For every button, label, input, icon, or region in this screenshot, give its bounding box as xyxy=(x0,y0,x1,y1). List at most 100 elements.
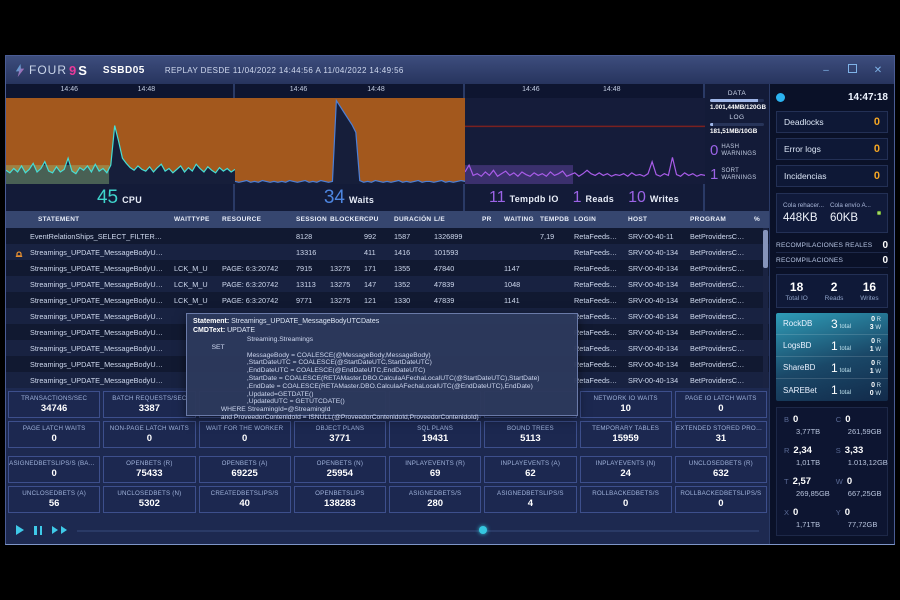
column-header[interactable]: LOGIN xyxy=(566,216,620,223)
data-cell: PAGE: 6:3:20742 xyxy=(214,264,288,273)
data-cell: PAGE: 6:3:20742 xyxy=(214,296,288,305)
table-scrollbar[interactable] xyxy=(763,228,768,388)
metric-tile[interactable]: INPLAYEVENTS (A)62 xyxy=(484,456,576,483)
maximize-button[interactable] xyxy=(844,64,860,76)
metric-tile[interactable]: UNCLOSEDBETS (N)5302 xyxy=(103,486,195,513)
metric-tile[interactable]: BOUND TREES5113 xyxy=(484,421,576,448)
status-dot-icon[interactable] xyxy=(776,93,785,102)
fast-forward-button[interactable] xyxy=(52,526,67,534)
disk-stat-x: X01,71TB xyxy=(784,507,830,529)
data-file-value: 1.001,44MB/120GB xyxy=(710,104,764,111)
data-cell: SRV-00-40-134 xyxy=(620,328,682,337)
statement-row[interactable]: Streamings_UPDATE_MessageBodyUTCDatesLCK… xyxy=(6,260,769,276)
database-row-rockdb[interactable]: RockDB3total0 R3 W xyxy=(776,313,888,335)
metric-tile[interactable]: ASIGNEDBETSLIPS/S4 xyxy=(484,486,576,513)
close-button[interactable]: ✕ xyxy=(870,65,886,76)
log-file-value: 181,51MB/10GB xyxy=(710,128,764,135)
column-header[interactable]: BLOCKER xyxy=(322,216,356,223)
alert-row-deadlocks[interactable]: Deadlocks0 xyxy=(776,111,888,133)
metric-tile[interactable]: EXTENDED STORED PROCE...31 xyxy=(675,421,767,448)
database-row-logsbd[interactable]: LogsBD1total0 R1 W xyxy=(776,335,888,357)
statement-row[interactable]: EventRelationShips_SELECT_FILTER_Actives… xyxy=(6,228,769,244)
alert-row-error-logs[interactable]: Error logs0 xyxy=(776,138,888,160)
pause-button[interactable] xyxy=(34,526,42,535)
database-row-sharebd[interactable]: ShareBD1total0 R1 W xyxy=(776,357,888,379)
metric-tile[interactable]: BATCH REQUESTS/SEC3387 xyxy=(103,391,195,418)
metric-tile[interactable]: OPENBETSLIPS138283 xyxy=(294,486,386,513)
metric-tile[interactable]: OBJECT PLANS3771 xyxy=(294,421,386,448)
column-header[interactable]: SESSION xyxy=(288,216,322,223)
recompilation-row: RECOMPILACIONES0 xyxy=(776,253,888,268)
data-cell: 13275 xyxy=(322,264,356,273)
metric-tile[interactable]: INPLAYEVENTS (R)69 xyxy=(389,456,481,483)
data-cell: 101593 xyxy=(426,248,474,257)
metric-tile[interactable]: OPENBETS (N)25954 xyxy=(294,456,386,483)
io-chart-panel[interactable]: 14:4614:48 11Tempdb IO1Reads10Writes xyxy=(465,84,705,211)
column-header[interactable]: PROGRAM xyxy=(682,216,746,223)
metric-tile[interactable]: NON-PAGE LATCH WAITS0 xyxy=(103,421,195,448)
disk-stat-s: S3,331.013,12GB xyxy=(836,445,888,467)
slider-track[interactable] xyxy=(77,530,759,532)
io-summary: 18Total IO2Reads16Writes xyxy=(776,274,888,308)
metric-tile[interactable]: PAGE IO LATCH WAITS0 xyxy=(675,391,767,418)
disk-stat-t: T2,57269,85GB xyxy=(784,476,830,498)
waits-chart-panel[interactable]: 14:4614:48 34Waits xyxy=(235,84,465,211)
metric-tile[interactable]: OPENBETS (A)69225 xyxy=(199,456,291,483)
chart-current-value: 45CPU xyxy=(97,187,142,209)
metric-tile[interactable]: PAGE LATCH WAITS0 xyxy=(8,421,100,448)
chart-current-value: 1Reads xyxy=(573,189,614,207)
replay-position-slider[interactable] xyxy=(77,525,759,535)
column-header[interactable]: TEMPDB xyxy=(532,216,566,223)
slider-knob[interactable] xyxy=(479,526,487,534)
waits-chart[interactable] xyxy=(235,98,465,184)
data-cell: LCK_M_U xyxy=(166,264,214,273)
storage-panel: DATA 1.001,44MB/120GB LOG 181,51MB/10GB … xyxy=(705,84,769,211)
metric-tile[interactable]: ROLLBACKEDBETSLIPS/S0 xyxy=(675,486,767,513)
column-header[interactable]: RESOURCE xyxy=(214,216,288,223)
metric-tile[interactable]: UNCLOSEDBETS (R)632 xyxy=(675,456,767,483)
play-button[interactable] xyxy=(16,525,24,535)
statement-row[interactable]: Streamings_UPDATE_MessageBodyUTCDatesLCK… xyxy=(6,292,769,308)
metric-tile[interactable]: NETWORK IO WAITS10 xyxy=(580,391,672,418)
metric-tile[interactable]: CREATEDBETSLIPS/S40 xyxy=(199,486,291,513)
time-tick: 14:48 xyxy=(603,86,621,93)
metric-tile[interactable]: WAIT FOR THE WORKER0 xyxy=(199,421,291,448)
column-header[interactable]: DURACIÓN xyxy=(386,216,426,223)
column-header[interactable]: CPU xyxy=(356,216,386,223)
data-cell: BetProvidersConn... xyxy=(682,248,746,257)
column-header[interactable]: HOST xyxy=(620,216,682,223)
scrollbar-thumb[interactable] xyxy=(763,230,768,268)
alert-row-incidencias[interactable]: Incidencias0 xyxy=(776,165,888,187)
column-header[interactable]: WAITTYPE xyxy=(166,216,214,223)
replay-range-label: REPLAY DESDE 11/04/2022 14:44:56 A 11/04… xyxy=(165,66,404,75)
data-cell: BetProvidersConn... xyxy=(682,328,746,337)
data-cell: 7,19 xyxy=(532,232,566,241)
statement-cell: Streamings_UPDATE_MessageBodyUTCDates xyxy=(6,376,166,385)
metric-tile[interactable]: OPENBETS (R)75433 xyxy=(103,456,195,483)
metric-tile[interactable]: SQL PLANS19431 xyxy=(389,421,481,448)
metric-tile[interactable]: INPLAYEVENTS (N)24 xyxy=(580,456,672,483)
data-cell: 8128 xyxy=(288,232,322,241)
data-cell: 9771 xyxy=(288,296,322,305)
database-row-sarebet[interactable]: SAREBet1total0 R0 W xyxy=(776,379,888,401)
column-header[interactable]: STATEMENT xyxy=(6,216,166,223)
app-window: FOUR9S SSBD05 REPLAY DESDE 11/04/2022 14… xyxy=(5,55,895,545)
io-chart[interactable] xyxy=(465,98,705,184)
column-header[interactable]: PR xyxy=(474,216,496,223)
column-header[interactable]: L/E xyxy=(426,216,474,223)
column-header[interactable]: % xyxy=(746,216,758,223)
metric-tile[interactable]: TEMPORARY TABLES15959 xyxy=(580,421,672,448)
minimize-button[interactable]: – xyxy=(818,65,834,76)
metric-tile[interactable]: ROLLBACKEDBETS/S0 xyxy=(580,486,672,513)
metric-tile[interactable]: TRANSACTIONS/SEC34746 xyxy=(8,391,100,418)
statement-row[interactable]: Streamings_UPDATE_MessageBodyUTCDatesLCK… xyxy=(6,276,769,292)
data-cell: SRV-00-40-134 xyxy=(620,360,682,369)
metric-tile[interactable]: UNCLOSEDBETS (A)56 xyxy=(8,486,100,513)
cpu-chart[interactable] xyxy=(6,98,235,184)
column-header[interactable]: WAITING xyxy=(496,216,532,223)
statement-row[interactable]: Streamings_UPDATE_MessageBodyUTCDates133… xyxy=(6,244,769,260)
data-cell: BetProvidersConn... xyxy=(682,232,746,241)
metric-tile[interactable]: ASIGNEDBETSLIPS/S (BANA...0 xyxy=(8,456,100,483)
cpu-chart-panel[interactable]: 14:4614:48 45CPU xyxy=(6,84,235,211)
metric-tile[interactable]: ASIGNEDBETS/S280 xyxy=(389,486,481,513)
